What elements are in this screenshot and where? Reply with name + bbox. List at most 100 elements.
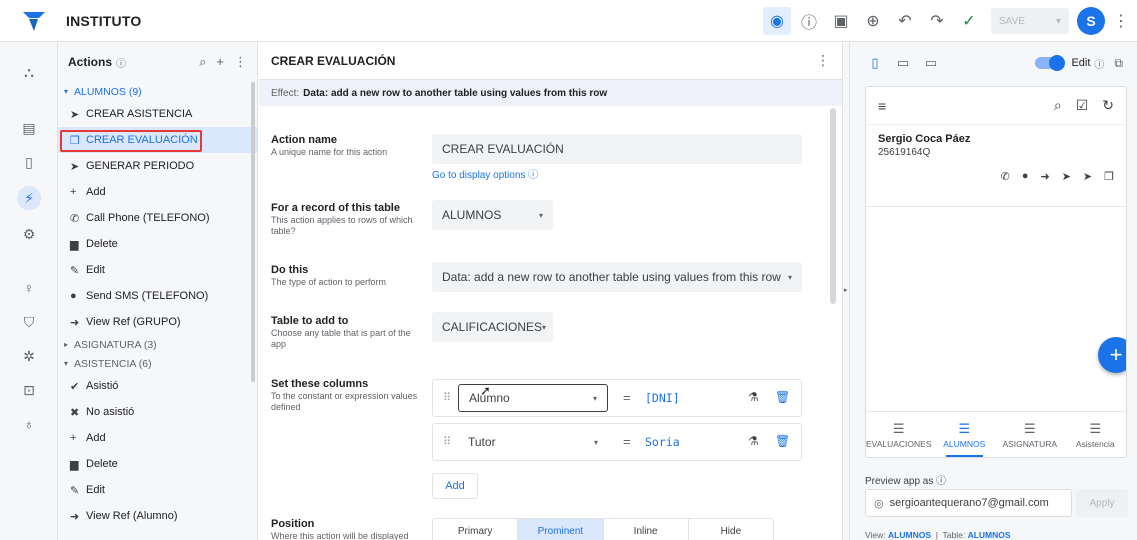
data-icon[interactable]: ▤ (17, 116, 41, 140)
panel-splitter[interactable]: ▸ (842, 42, 850, 540)
refresh-icon[interactable]: ↻ (1102, 97, 1114, 114)
equals-sign: = (623, 434, 631, 449)
select-icon[interactable]: ☑ (1076, 97, 1089, 114)
automation-icon[interactable]: ⚙ (17, 222, 41, 246)
drag-handle-icon[interactable]: ⠿ (443, 435, 451, 448)
views-icon[interactable]: ▯ (17, 150, 41, 174)
check-icon[interactable]: ✓ (955, 7, 983, 35)
info-icon[interactable]: ⓘ (936, 476, 946, 487)
tab-asistencia[interactable]: ☰ Asistencia (1063, 412, 1126, 457)
desktop-icon[interactable]: ▭ (920, 52, 942, 74)
chat-icon[interactable]: ● (1022, 170, 1029, 183)
search-icon[interactable]: ⌕ (199, 54, 206, 70)
chevron-down-icon: ▾ (1055, 15, 1061, 27)
delete-icon[interactable]: 🗑 (775, 434, 790, 448)
undo-icon[interactable]: ↶ (891, 7, 919, 35)
share-icon[interactable]: ⊕ (859, 7, 887, 35)
settings-icon[interactable]: ✲ (17, 344, 41, 368)
sidebar-item[interactable]: ▆ Delete (58, 231, 257, 257)
copy-icon[interactable]: ❐ (1104, 170, 1114, 183)
editor-scrollbar[interactable] (830, 108, 836, 304)
sidebar-scrollbar[interactable] (251, 82, 255, 382)
tab-alumnos[interactable]: ☰ ALUMNOS (932, 412, 998, 457)
more-vert-icon[interactable]: ⋮ (816, 52, 830, 69)
plus-icon: + (70, 186, 77, 198)
info-icon[interactable]: ⓘ (1094, 56, 1104, 71)
info-icon[interactable]: ⓘ (116, 55, 126, 70)
group-asistencia[interactable]: ▾ ASISTENCIA (6) (58, 354, 257, 373)
drag-handle-icon[interactable]: ⠿ (443, 391, 451, 404)
sidebar-item[interactable]: ➜ View Ref (GRUPO) (58, 309, 257, 335)
sidebar-item[interactable]: ✎ Edit (58, 257, 257, 283)
help-icon[interactable]: ⓘ (795, 7, 823, 35)
apply-button[interactable]: Apply (1076, 489, 1128, 517)
copy-icon[interactable]: ▣ (827, 7, 855, 35)
expression-assistant-icon[interactable]: ⚗ (748, 390, 759, 404)
more-vert-icon[interactable]: ⋮ (234, 54, 247, 70)
action-type-select[interactable]: Data: add a new row to another table usi… (432, 262, 802, 292)
display-options-link[interactable]: Go to display options ⓘ (432, 166, 538, 181)
security-icon[interactable]: ⛉ (17, 310, 41, 334)
position-option[interactable]: Inline (604, 519, 689, 540)
tab-evaluaciones[interactable]: ☰ EVALUACIONES (866, 412, 932, 457)
actions-icon[interactable]: ⚡ (17, 186, 41, 210)
nav-rail: ⛬ ▤ ▯ ⚡ ⚙ ♀ ⛉ ✲ ⊡ ♁ (0, 42, 58, 540)
add-fab-button[interactable]: + (1098, 337, 1126, 373)
record-table-select[interactable]: ALUMNOS ▾ (432, 200, 553, 230)
expression-value[interactable]: [DNI] (645, 391, 680, 405)
save-button[interactable]: SAVE ▾ (991, 8, 1069, 34)
info-icon: ⓘ (528, 170, 539, 181)
sidebar-item[interactable]: ✖ No asistió (58, 399, 257, 425)
column-select[interactable]: Tutor ▾ (458, 428, 608, 456)
tab-asignatura[interactable]: ☰ ASIGNATURA (997, 412, 1063, 457)
sidebar-item[interactable]: + Add (58, 425, 257, 451)
redo-icon[interactable]: ↷ (923, 7, 951, 35)
arrow-circle-icon[interactable]: ➜ (1040, 170, 1049, 183)
flow-icon[interactable]: ⛬ (17, 60, 41, 84)
sidebar-item[interactable]: ✆ Call Phone (TELEFONO) (58, 205, 257, 231)
effect-banner: Effect: Data: add a new row to another ta… (259, 80, 842, 106)
chat-icon: ● (70, 290, 77, 302)
manage-icon[interactable]: ⊡ (17, 378, 41, 402)
add-icon[interactable]: + (216, 54, 224, 70)
sidebar-item[interactable]: ✎ Edit (58, 477, 257, 503)
expression-assistant-icon[interactable]: ⚗ (748, 434, 759, 448)
learn-icon[interactable]: ♁ (17, 412, 41, 436)
phone-icon[interactable]: ✆ (1001, 170, 1010, 183)
delete-icon[interactable]: 🗑 (775, 390, 790, 404)
group-alumnos[interactable]: ▾ ALUMNOS (9) (58, 82, 257, 101)
send-icon[interactable]: ➤ (1083, 170, 1092, 183)
search-icon[interactable]: ⌕ (1054, 97, 1062, 114)
group-asignatura[interactable]: ▸ ASIGNATURA (3) (58, 335, 257, 354)
avatar[interactable]: S (1077, 7, 1105, 35)
position-option[interactable]: Prominent (518, 519, 604, 540)
preview-toggle-icon[interactable]: ◉ (763, 7, 791, 35)
sidebar-item[interactable]: ✔ Asistió (58, 373, 257, 399)
add-column-button[interactable]: Add (432, 473, 478, 499)
check-circle-icon: ✔ (70, 380, 80, 393)
intelligence-icon[interactable]: ♀ (17, 276, 41, 300)
position-option[interactable]: Primary (433, 519, 519, 540)
sort-icon[interactable]: ≡ (878, 98, 886, 114)
sidebar-item[interactable]: + Add (58, 179, 257, 205)
preview-email-input[interactable]: ◎ sergioantequerano7@gmail.com (865, 489, 1072, 517)
action-name-input[interactable]: CREAR EVALUACIÓN (432, 134, 802, 164)
sidebar-item[interactable]: ➤ GENERAR PERIODO (58, 153, 257, 179)
trash-icon: ▆ (70, 458, 79, 471)
record-card[interactable]: Sergio Coca Páez 25619164Q ✆ ● ➜ ➤ ➤ ❐ (866, 125, 1126, 207)
preview-panel: ▯ ▭ ▭ Edit ⓘ ⧉ ≡ ⌕ ☑ ↻ Sergio Coca Páez … (850, 42, 1137, 540)
sidebar-item[interactable]: ➤ CREAR ASISTENCIA (58, 101, 257, 127)
position-option[interactable]: Hide (689, 519, 773, 540)
sidebar-item[interactable]: ❐ CREAR EVALUACIÓN (58, 127, 257, 153)
edit-toggle[interactable] (1035, 55, 1066, 71)
more-vert-icon[interactable]: ⋮ (1107, 7, 1135, 35)
mobile-icon[interactable]: ▯ (864, 52, 886, 74)
sidebar-item[interactable]: ▆ Delete (58, 451, 257, 477)
send-icon[interactable]: ➤ (1062, 170, 1071, 183)
sidebar-item[interactable]: ➜ View Ref (Alumno) (58, 503, 257, 529)
open-external-icon[interactable]: ⧉ (1114, 56, 1123, 71)
target-table-select[interactable]: CALIFICACIONES ▾ (432, 312, 553, 342)
expression-value[interactable]: Soria (645, 435, 680, 449)
tablet-icon[interactable]: ▭ (892, 52, 914, 74)
sidebar-item[interactable]: ● Send SMS (TELEFONO) (58, 283, 257, 309)
